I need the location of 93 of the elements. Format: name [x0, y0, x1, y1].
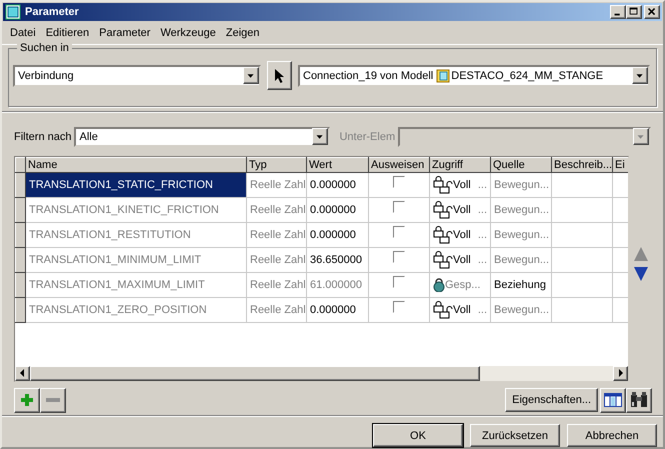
sub-element-label: Unter-Elem [339, 130, 396, 143]
source-cell: Bewegun... [490, 198, 552, 223]
parameter-name[interactable]: TRANSLATION1_MAXIMUM_LIMIT [26, 272, 246, 298]
column-header[interactable]: Quelle [490, 158, 552, 173]
right-arrow-icon [618, 369, 623, 378]
scrollbar-thumb[interactable] [30, 366, 480, 381]
dialog-button[interactable]: Zurücksetzen [470, 424, 560, 447]
search-type-dropdown[interactable]: Verbindung [13, 64, 261, 87]
parameter-name[interactable]: TRANSLATION1_KINETIC_FRICTION [26, 198, 246, 223]
source-cell: Bewegun... [490, 248, 552, 273]
value-cell: 61.000000 [306, 272, 368, 298]
padlock-icon [433, 301, 453, 320]
value-cell: 0.000000 [306, 298, 368, 323]
plus-icon [21, 394, 33, 406]
minus-icon [46, 398, 60, 402]
parameter-name[interactable]: TRANSLATION1_MINIMUM_LIMIT [26, 248, 246, 273]
column-header[interactable]: Name [26, 158, 246, 173]
type-cell: Reelle Zahl [246, 248, 306, 273]
corner-header[interactable] [16, 158, 26, 173]
column-header[interactable]: Zugriff [430, 158, 490, 173]
app-icon [5, 4, 21, 20]
access-text: Voll [453, 304, 471, 316]
group-label: Suchen in [17, 42, 72, 54]
dialog-button[interactable]: OK [373, 424, 463, 447]
select-button[interactable] [267, 61, 292, 90]
row-header[interactable] [16, 222, 26, 248]
access-more-button[interactable]: ... [478, 229, 487, 242]
menu-item[interactable]: Werkzeuge [155, 27, 221, 40]
left-arrow-icon [20, 369, 25, 378]
columns-button[interactable] [600, 388, 626, 413]
parameter-name[interactable]: TRANSLATION1_RESTITUTION [26, 222, 246, 248]
access-text: Voll [453, 254, 471, 266]
source-cell: Bewegun... [490, 222, 552, 248]
value-cell: 0.000000 [306, 198, 368, 223]
source-cell: Bewegun... [490, 172, 552, 198]
type-cell: Reelle Zahl [246, 172, 306, 198]
column-header[interactable]: Beschreib... [552, 158, 612, 173]
binoculars-icon [630, 392, 648, 408]
row-header[interactable] [16, 172, 26, 198]
padlock-icon [433, 176, 453, 194]
access-more-button[interactable]: ... [478, 254, 487, 266]
menu-item[interactable]: Parameter [94, 27, 156, 40]
row-header[interactable] [16, 272, 26, 298]
row-header[interactable] [16, 248, 26, 273]
padlock-icon [433, 278, 445, 292]
add-button[interactable] [14, 388, 40, 413]
find-button[interactable] [626, 388, 652, 413]
pointer-icon [274, 68, 286, 84]
value-cell: 0.000000 [306, 222, 368, 248]
menu-item[interactable]: Datei [5, 27, 41, 40]
filter-label: Filtern nach [14, 130, 72, 143]
search-object-dropdown[interactable]: Connection_19 von Modell DESTACO_624_MM_STANGE [298, 64, 650, 87]
padlock-icon [433, 251, 453, 270]
row-header[interactable] [16, 298, 26, 323]
value-cell: 36.650000 [306, 248, 368, 273]
scroll-right-button[interactable] [613, 366, 628, 381]
access-more-button[interactable]: ... [478, 204, 487, 216]
type-cell: Reelle Zahl [246, 222, 306, 248]
parameter-name[interactable]: TRANSLATION1_STATIC_FRICTION [26, 172, 246, 198]
move-down-icon[interactable] [634, 266, 648, 281]
menu-item[interactable]: Zeigen [220, 27, 265, 40]
parameter-name[interactable]: TRANSLATION1_ZERO_POSITION [26, 298, 246, 323]
dialog-button[interactable]: Abbrechen [567, 424, 657, 447]
menu-item[interactable]: Editieren [40, 27, 94, 40]
type-cell: Reelle Zahl [246, 298, 306, 323]
model-icon [436, 68, 450, 83]
column-header[interactable]: Wert [306, 158, 368, 173]
access-more-button[interactable]: ... [478, 179, 487, 192]
source-cell: Beziehung [490, 272, 552, 298]
source-cell: Bewegun... [490, 298, 552, 323]
column-header[interactable]: Ei [612, 158, 628, 173]
remove-button[interactable] [40, 388, 66, 413]
padlock-icon [433, 226, 453, 244]
columns-icon [604, 393, 622, 408]
padlock-icon [433, 201, 453, 220]
properties-button[interactable]: Eigenschaften... [505, 388, 598, 412]
row-header[interactable] [16, 198, 26, 223]
type-cell: Reelle Zahl [246, 272, 306, 298]
column-header[interactable]: Typ [246, 158, 306, 173]
access-text: Voll [453, 179, 471, 192]
minimize-icon[interactable] [610, 5, 626, 20]
access-more-button[interactable]: ... [478, 304, 487, 316]
access-text: Voll [453, 229, 471, 242]
value-cell: 0.000000 [306, 172, 368, 198]
scroll-left-button[interactable] [15, 366, 30, 381]
close-icon[interactable] [644, 5, 660, 20]
filter-dropdown[interactable]: Alle [74, 126, 330, 147]
access-text: Gesp... [445, 279, 480, 292]
type-cell: Reelle Zahl [246, 198, 306, 223]
maximize-icon[interactable] [626, 5, 642, 20]
window-title: Parameter [25, 6, 79, 18]
access-text: Voll [453, 204, 471, 216]
column-header[interactable]: Ausweisen [368, 158, 430, 173]
